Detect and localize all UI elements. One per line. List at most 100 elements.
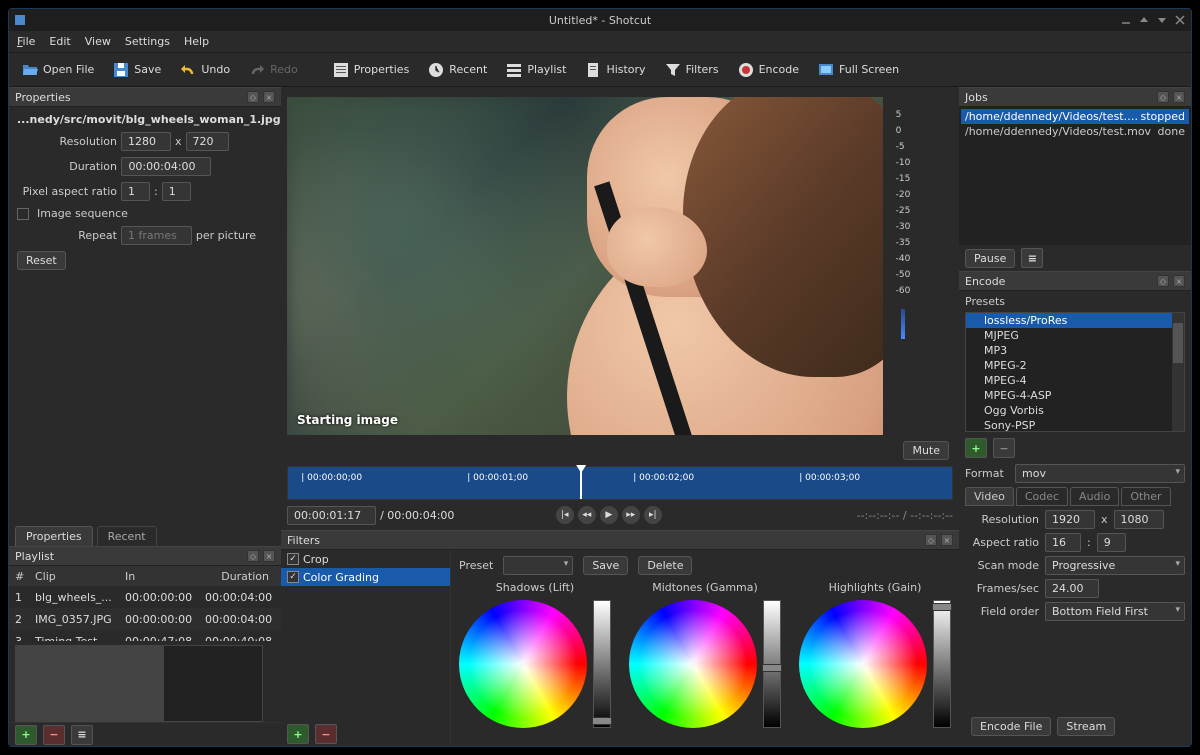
preset-item[interactable]: MPEG-2 (966, 358, 1184, 373)
playlist-remove-button[interactable]: − (43, 725, 65, 745)
playlist-menu-button[interactable]: ≡ (71, 725, 93, 745)
open-file-button[interactable]: Open File (15, 58, 100, 82)
tab-video[interactable]: Video (965, 487, 1014, 506)
recent-toggle[interactable]: Recent (421, 58, 493, 82)
current-time[interactable]: 00:00:01:17 (287, 506, 376, 525)
preset-item[interactable]: Ogg Vorbis (966, 403, 1184, 418)
panel-float-icon[interactable]: ◇ (247, 550, 259, 562)
tab-properties[interactable]: Properties (15, 526, 93, 546)
panel-close-icon[interactable]: × (1173, 275, 1185, 287)
repeat-field[interactable]: 1 frames (121, 226, 192, 245)
preset-item[interactable]: MP3 (966, 343, 1184, 358)
par-a-field[interactable]: 1 (121, 182, 150, 201)
close-icon[interactable] (1175, 15, 1185, 25)
preset-remove-button[interactable]: − (993, 438, 1015, 458)
job-row[interactable]: /home/ddennedy/Videos/test.movstopped (961, 109, 1189, 124)
tab-recent[interactable]: Recent (97, 526, 157, 546)
image-sequence-checkbox[interactable] (17, 208, 29, 220)
preset-item[interactable]: MPEG-4-ASP (966, 388, 1184, 403)
preset-add-button[interactable]: + (965, 438, 987, 458)
job-row[interactable]: /home/ddennedy/Videos/test.movdone (961, 124, 1189, 139)
res-height-field[interactable]: 720 (186, 132, 229, 151)
menu-help[interactable]: Help (184, 35, 209, 48)
enc-aspect-a[interactable]: 16 (1045, 533, 1081, 552)
panel-close-icon[interactable]: × (263, 550, 275, 562)
enc-height[interactable]: 1080 (1114, 510, 1164, 529)
menu-view[interactable]: View (85, 35, 111, 48)
panel-float-icon[interactable]: ◇ (1157, 91, 1169, 103)
video-preview[interactable]: Starting image (287, 97, 883, 435)
field-combo[interactable]: Bottom Field First (1045, 602, 1185, 621)
tab-codec[interactable]: Codec (1016, 487, 1068, 506)
properties-toggle[interactable]: Properties (326, 58, 416, 82)
midtones-wheel[interactable] (629, 600, 757, 728)
filter-remove-button[interactable]: − (315, 724, 337, 744)
timeline[interactable]: | 00:00:00;00| 00:00:01;00| 00:00:02;00|… (287, 466, 953, 500)
midtones-slider[interactable] (763, 600, 781, 728)
playlist-row[interactable]: 3Timing Testsl...00:00:47:0800:00:40:08 (9, 630, 281, 641)
panel-float-icon[interactable]: ◇ (925, 534, 937, 546)
highlights-slider[interactable] (933, 600, 951, 728)
redo-button[interactable]: Redo (242, 58, 304, 82)
res-width-field[interactable]: 1280 (121, 132, 171, 151)
menu-settings[interactable]: Settings (125, 35, 170, 48)
play-button[interactable]: ▶ (600, 506, 618, 524)
playlist-scrollbar[interactable] (15, 645, 263, 722)
jobs-pause-button[interactable]: Pause (965, 249, 1015, 268)
playlist-add-button[interactable]: + (15, 725, 37, 745)
skip-start-button[interactable]: |◂ (556, 506, 574, 524)
filter-item[interactable]: ✓Color Grading (281, 568, 450, 586)
panel-close-icon[interactable]: × (1173, 91, 1185, 103)
highlights-wheel[interactable] (799, 600, 927, 728)
enc-width[interactable]: 1920 (1045, 510, 1095, 529)
panel-float-icon[interactable]: ◇ (247, 91, 259, 103)
reset-button[interactable]: Reset (17, 251, 66, 270)
skip-end-button[interactable]: ▸| (644, 506, 662, 524)
playlist-row[interactable]: 2IMG_0357.JPG00:00:00:0000:00:04:00 (9, 608, 281, 630)
format-combo[interactable]: mov (1015, 464, 1185, 483)
preset-item[interactable]: Sony-PSP (966, 418, 1184, 432)
preset-item[interactable]: MPEG-4 (966, 373, 1184, 388)
playlist-row[interactable]: 1blg_wheels_...00:00:00:0000:00:04:00 (9, 586, 281, 608)
filters-toggle[interactable]: Filters (658, 58, 725, 82)
preset-list[interactable]: lossless/ProResMJPEGMP3MPEG-2MPEG-4MPEG-… (965, 312, 1185, 432)
enc-aspect-b[interactable]: 9 (1097, 533, 1126, 552)
tab-other[interactable]: Other (1121, 487, 1170, 506)
tab-audio[interactable]: Audio (1070, 487, 1119, 506)
panel-close-icon[interactable]: × (941, 534, 953, 546)
panel-float-icon[interactable]: ◇ (1157, 275, 1169, 287)
minimize-icon[interactable] (1121, 15, 1131, 25)
playlist-toggle[interactable]: Playlist (499, 58, 572, 82)
maximize-up-icon[interactable] (1157, 15, 1167, 25)
playhead[interactable] (580, 467, 582, 499)
preset-save-button[interactable]: Save (583, 556, 628, 575)
jobs-menu-button[interactable]: ≡ (1021, 248, 1043, 268)
panel-close-icon[interactable]: × (263, 91, 275, 103)
scan-combo[interactable]: Progressive (1045, 556, 1185, 575)
forward-button[interactable]: ▸▸ (622, 506, 640, 524)
encode-toggle[interactable]: Encode (731, 58, 805, 82)
preset-combo[interactable] (503, 556, 573, 575)
encode-file-button[interactable]: Encode File (971, 717, 1051, 736)
preset-item[interactable]: lossless/ProRes (966, 313, 1184, 328)
preset-scrollbar[interactable] (1172, 313, 1184, 431)
filter-item[interactable]: ✓Crop (281, 550, 450, 568)
rewind-button[interactable]: ◂◂ (578, 506, 596, 524)
preset-item[interactable]: MJPEG (966, 328, 1184, 343)
undo-button[interactable]: Undo (173, 58, 236, 82)
shadows-slider[interactable] (593, 600, 611, 728)
maximize-down-icon[interactable] (1139, 15, 1149, 25)
stream-button[interactable]: Stream (1057, 717, 1115, 736)
menu-file[interactable]: File (17, 35, 35, 48)
menu-edit[interactable]: Edit (49, 35, 70, 48)
duration-field[interactable]: 00:00:04:00 (121, 157, 211, 176)
par-b-field[interactable]: 1 (162, 182, 191, 201)
preset-delete-button[interactable]: Delete (638, 556, 692, 575)
filter-add-button[interactable]: + (287, 724, 309, 744)
save-button[interactable]: Save (106, 58, 167, 82)
shadows-wheel[interactable] (459, 600, 587, 728)
mute-button[interactable]: Mute (903, 441, 949, 460)
history-toggle[interactable]: History (578, 58, 651, 82)
fullscreen-toggle[interactable]: Full Screen (811, 58, 905, 82)
fps-field[interactable]: 24.00 (1045, 579, 1099, 598)
